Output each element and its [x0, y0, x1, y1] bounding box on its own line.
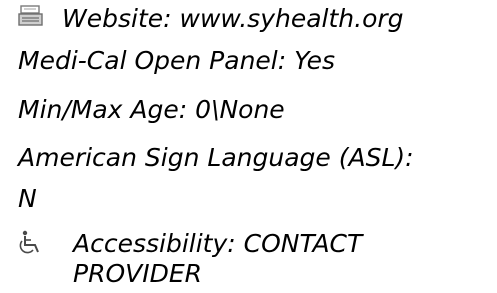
keyboard-icon	[18, 5, 43, 26]
provider-details-panel: Website: www.syhealth.org Medi-Cal Open …	[0, 0, 497, 293]
accessibility-text-line2: PROVIDER	[73, 259, 203, 288]
min-max-age-text: Min/Max Age: 0\None	[18, 95, 285, 124]
website-text: Website: www.syhealth.org	[62, 4, 404, 33]
asl-value-text: N	[18, 184, 37, 213]
medi-cal-open-panel-text: Medi-Cal Open Panel: Yes	[18, 46, 336, 75]
asl-label-text: American Sign Language (ASL):	[18, 143, 414, 172]
accessibility-text-line1: Accessibility: CONTACT	[73, 229, 363, 258]
wheelchair-icon	[19, 230, 39, 254]
